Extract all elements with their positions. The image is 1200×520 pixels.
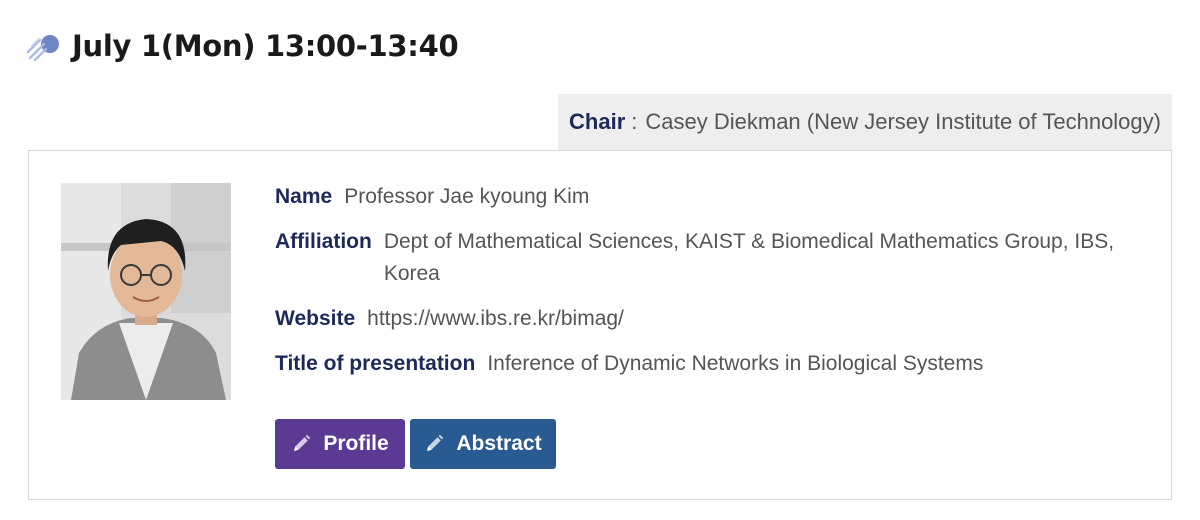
action-buttons: Profile Abstract [275,419,556,469]
pencil-icon [291,434,311,454]
website-label: Website [275,307,356,330]
presentation-title-row: Title of presentation Inference of Dynam… [275,348,1145,380]
chair-label: Chair [569,109,626,134]
speaker-affiliation: Dept of Mathematical Sciences, KAIST & B… [383,230,1115,285]
presentation-title: Inference of Dynamic Networks in Biologi… [487,352,984,375]
session-header: July 1(Mon) 13:00-13:40 [26,24,459,68]
chair-info: Chair : Casey Diekman (New Jersey Instit… [558,94,1172,150]
speaker-photo [61,183,231,400]
affiliation-row: Affiliation Dept of Mathematical Science… [275,226,1145,290]
profile-button[interactable]: Profile [275,419,405,469]
pencil-icon [424,434,444,454]
speaker-info: Name Professor Jae kyoung Kim Affiliatio… [275,181,1145,393]
speaker-website-link[interactable]: https://www.ibs.re.kr/bimag/ [367,303,624,335]
session-title: July 1(Mon) 13:00-13:40 [72,29,459,63]
name-label: Name [275,185,333,208]
chair-name: Casey Diekman (New Jersey Institute of T… [645,109,1161,134]
chair-separator: : [631,109,638,134]
abstract-button[interactable]: Abstract [410,419,556,469]
speaker-card: Name Professor Jae kyoung Kim Affiliatio… [28,150,1172,500]
affiliation-label: Affiliation [275,230,372,253]
abstract-button-label: Abstract [456,432,542,455]
website-row: Website https://www.ibs.re.kr/bimag/ [275,303,1145,335]
profile-button-label: Profile [323,432,389,455]
name-row: Name Professor Jae kyoung Kim [275,181,1145,213]
speaker-name: Professor Jae kyoung Kim [344,185,590,208]
meteor-icon [26,31,62,62]
presentation-title-label: Title of presentation [275,352,476,375]
